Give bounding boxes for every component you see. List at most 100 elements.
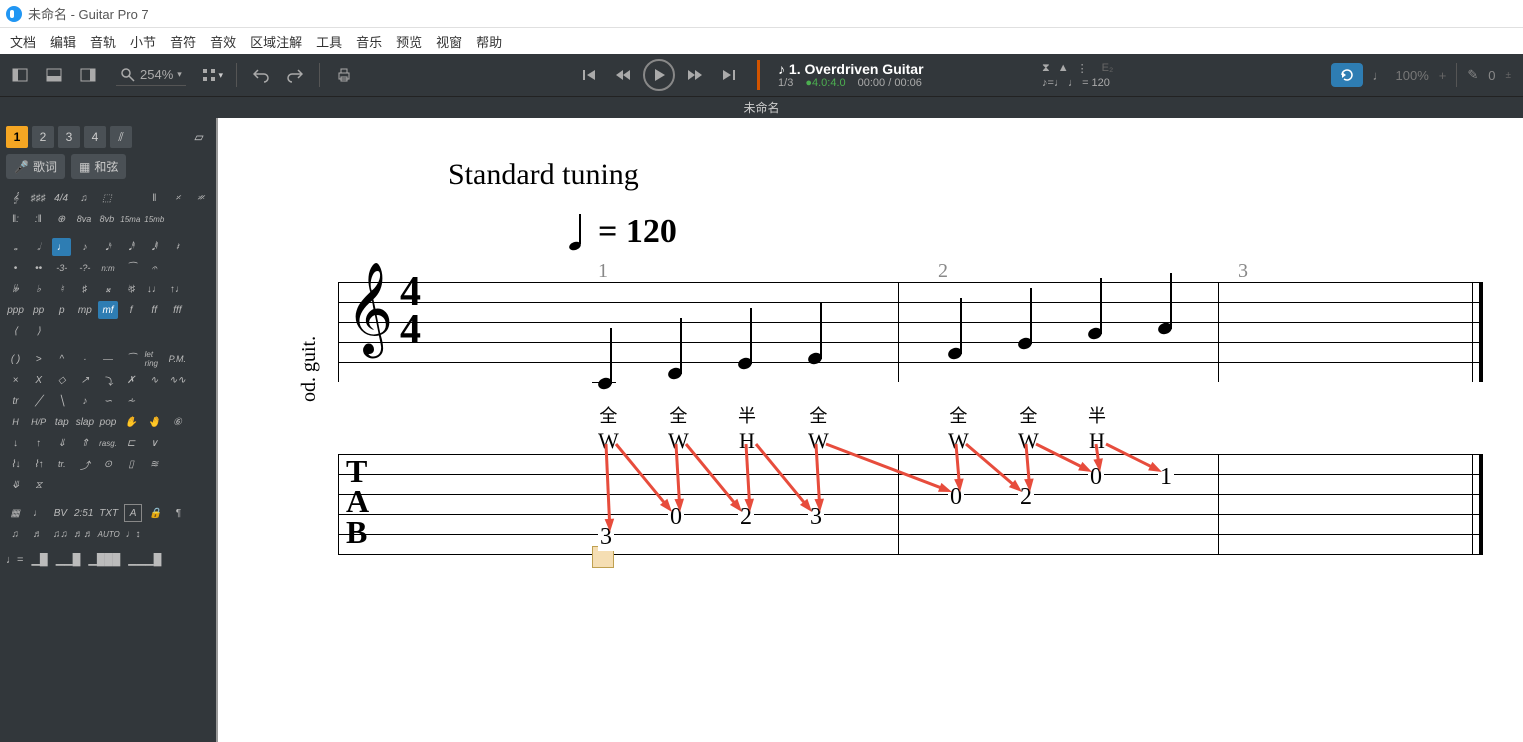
tremolo-bar-icon[interactable]: ⤵ [98,371,117,389]
dflat-icon[interactable]: 𝄫 [6,280,25,298]
ntuplet-icon[interactable]: n:m [98,259,117,277]
panel-left-icon[interactable] [6,61,34,89]
beam2-icon[interactable]: ♬ [29,525,48,543]
tuplet3-icon[interactable]: -3- [52,259,71,277]
tuplet-custom-icon[interactable]: -?- [75,259,94,277]
tab-fret[interactable]: 0 [668,504,684,531]
rasg-icon[interactable]: rasg. [98,434,117,452]
forward-button[interactable] [681,61,709,89]
dyn-mp[interactable]: mp [75,301,94,319]
po-icon[interactable]: H/P [29,413,48,431]
thirtysecond-note-icon[interactable]: 𝅘𝅥𝅰 [122,238,141,256]
menu-bar[interactable]: 小节 [130,32,156,51]
menu-note[interactable]: 音符 [170,32,196,51]
shift-up-icon[interactable]: ↑♩ [168,280,187,298]
design-mode-icon[interactable]: ▱ [188,126,210,148]
undo-button[interactable] [247,61,275,89]
speed-percent[interactable]: 100% [1396,68,1429,83]
pop-icon[interactable]: pop [98,413,117,431]
beam-icon[interactable]: ♫ [6,525,25,543]
tenuto-icon[interactable]: — [98,350,117,368]
chord-diagram-icon[interactable]: ▦ [6,504,25,522]
staccato-icon[interactable]: · [75,350,94,368]
fermata-icon[interactable]: 𝄐 [145,259,164,277]
decrescendo-icon[interactable]: ⟩ [29,322,48,340]
swing-icon[interactable]: ♫ [75,189,94,207]
letring-icon[interactable]: let ring [145,350,164,368]
ho-icon[interactable]: H [6,413,25,431]
automation1-icon[interactable]: ▁█ [31,553,47,566]
pick-down-icon[interactable]: ∨ [145,434,164,452]
mordent-icon[interactable]: ⩪ [122,392,141,410]
chords-button[interactable]: ▦ 和弦 [71,154,126,179]
rest-icon[interactable]: 𝄽 [168,238,187,256]
ghost-icon[interactable]: ( ) [6,350,25,368]
tab-fret[interactable]: 3 [598,524,614,551]
note[interactable] [808,353,822,364]
brush-down-icon[interactable]: ⇓ [52,434,71,452]
tie-icon[interactable]: ⁀ [122,259,141,277]
zoom-control[interactable]: 254% ▾ [116,65,186,86]
go-end-button[interactable] [715,61,743,89]
heavy-accent-icon[interactable]: ^ [52,350,71,368]
freetime-icon[interactable]: ⬚ [97,189,116,207]
grace-icon[interactable]: ♪ [75,392,94,410]
note[interactable] [1158,323,1172,334]
direction-icon[interactable]: ⊕ [52,210,71,228]
15ma-icon[interactable]: 15ma [120,210,140,228]
sixtyfourth-note-icon[interactable]: 𝅘𝅥𝅱 [145,238,164,256]
8va-icon[interactable]: 8va [75,210,94,228]
crescendo-icon[interactable]: ⟨ [6,322,25,340]
tuning-fork-icon[interactable]: ✎ [1467,67,1478,83]
trill-wave-icon[interactable]: tr. [52,455,71,473]
lyrics-button[interactable]: 🎤 歌词 [6,154,65,179]
accent-icon[interactable]: > [29,350,48,368]
menu-file[interactable]: 文档 [10,32,36,51]
tab-fret[interactable]: 2 [1018,484,1034,511]
half-note-icon[interactable]: 𝅗𝅥 [29,238,48,256]
barline-icon[interactable]: ‖ [144,189,164,207]
eighth-note-icon[interactable]: ♪ [75,238,94,256]
repeat-close-icon[interactable]: :‖ [29,210,48,228]
x-effect-icon[interactable]: ✗ [122,371,141,389]
trill-icon[interactable]: tr [6,392,25,410]
menu-section[interactable]: 区域注解 [250,32,302,51]
dyn-pp[interactable]: pp [29,301,48,319]
finger-icon[interactable]: ⑥ [168,413,187,431]
pm-icon[interactable]: P.M. [168,350,187,368]
15mb-icon[interactable]: 15mb [144,210,164,228]
turn-icon[interactable]: ∽ [98,392,117,410]
whole-note-icon[interactable]: 𝅝 [6,238,25,256]
beam3-icon[interactable]: ♫♫ [51,525,70,543]
natural-icon[interactable]: ♮ [52,280,71,298]
plus-minus-icon[interactable]: ± [1506,70,1512,81]
section-icon[interactable]: A [124,504,143,522]
legato-icon[interactable]: ⁀ [122,350,141,368]
rh-icon[interactable]: 🤚 [145,413,164,431]
voice-2[interactable]: 2 [32,126,54,148]
barre-icon[interactable]: ⊏ [122,434,141,452]
dyn-mf[interactable]: mf [98,301,117,319]
note[interactable] [948,348,962,359]
dyn-fff[interactable]: fff [168,301,187,319]
keysig-icon[interactable]: ♯♯♯ [29,189,48,207]
play-button[interactable] [643,59,675,91]
wide-vib-icon[interactable]: ∿∿ [168,371,187,389]
menu-help[interactable]: 帮助 [476,32,502,51]
dyn-p[interactable]: p [52,301,71,319]
note[interactable] [1088,328,1102,339]
slash-icon[interactable]: ♩ [29,504,48,522]
voice-1[interactable]: 1 [6,126,28,148]
plus-icon[interactable]: + [1439,68,1447,83]
dyn-f[interactable]: f [122,301,141,319]
ornament-icon[interactable]: ⤴ [75,455,94,473]
shift-down-icon[interactable]: ↓♩ [145,280,164,298]
timer-text-icon[interactable]: 2:51 [74,504,94,522]
harm-icon[interactable]: ◇ [52,371,71,389]
track-info[interactable]: ♪ 1. Overdriven Guitar 1/3 ●4.0:4.0 00:0… [766,54,1026,96]
note[interactable] [1018,338,1032,349]
menu-edit[interactable]: 编辑 [50,32,76,51]
panel-right-icon[interactable] [74,61,102,89]
settings-dots-icon[interactable]: ⋮ [1077,62,1088,75]
clef-icon[interactable]: 𝄞 [6,189,25,207]
